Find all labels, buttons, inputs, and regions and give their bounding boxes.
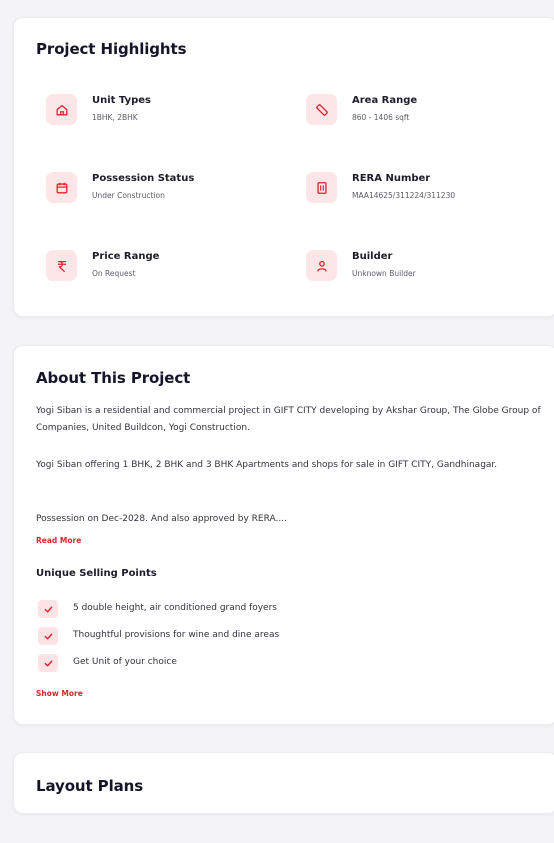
project-highlights-card: Project Highlights Unit Types 1BHK, 2BHK… — [13, 17, 554, 317]
highlight-price-range: Price Range On Request — [46, 250, 286, 290]
highlight-value: Unknown Builder — [352, 269, 416, 278]
show-more-link[interactable]: Show More — [36, 689, 83, 698]
building-icon — [306, 172, 337, 203]
layout-plans-card: Layout Plans — [13, 752, 554, 814]
about-paragraph-2: Yogi Siban offering 1 BHK, 2 BHK and 3 B… — [36, 460, 498, 470]
highlight-unit-types: Unit Types 1BHK, 2BHK — [46, 94, 286, 134]
about-project-title: About This Project — [36, 369, 191, 387]
home-icon — [46, 94, 77, 125]
about-paragraph-1: Yogi Siban is a residential and commerci… — [36, 406, 541, 433]
about-paragraph-3: Possession on Dec-2028. And also approve… — [36, 514, 287, 524]
about-project-card: About This Project Yogi Siban is a resid… — [13, 345, 554, 725]
highlight-builder: Builder Unknown Builder — [306, 250, 546, 290]
highlight-label: Price Range — [92, 251, 160, 262]
usp-title: Unique Selling Points — [36, 568, 157, 579]
calendar-icon — [46, 172, 77, 203]
highlight-possession-status: Possession Status Under Construction — [46, 172, 286, 212]
highlight-label: Builder — [352, 251, 393, 262]
highlight-value: 1BHK, 2BHK — [92, 113, 138, 122]
highlight-label: Possession Status — [92, 173, 195, 184]
check-icon — [38, 654, 58, 672]
highlight-value: 860 - 1406 sqft — [352, 113, 410, 122]
check-icon — [38, 600, 58, 618]
usp-item: 5 double height, air conditioned grand f… — [38, 600, 518, 620]
usp-text: Thoughtful provisions for wine and dine … — [73, 630, 280, 640]
highlight-rera-number: RERA Number MAA14625/311224/311230 — [306, 172, 546, 212]
usp-text: 5 double height, air conditioned grand f… — [73, 603, 277, 613]
ruler-icon — [306, 94, 337, 125]
highlight-label: RERA Number — [352, 173, 431, 184]
highlight-label: Unit Types — [92, 95, 151, 106]
highlight-value: MAA14625/311224/311230 — [352, 191, 456, 200]
highlight-area-range: Area Range 860 - 1406 sqft — [306, 94, 546, 134]
project-highlights-title: Project Highlights — [36, 40, 187, 58]
check-icon — [38, 627, 58, 645]
highlight-value: Under Construction — [92, 191, 165, 200]
read-more-link[interactable]: Read More — [36, 536, 81, 545]
usp-text: Get Unit of your choice — [73, 657, 177, 667]
usp-item: Thoughtful provisions for wine and dine … — [38, 627, 518, 647]
highlight-value: On Request — [92, 269, 136, 278]
layout-plans-title: Layout Plans — [36, 777, 144, 795]
usp-item: Get Unit of your choice — [38, 654, 518, 674]
highlight-label: Area Range — [352, 95, 418, 106]
rupee-icon — [46, 250, 77, 281]
person-icon — [306, 250, 337, 281]
